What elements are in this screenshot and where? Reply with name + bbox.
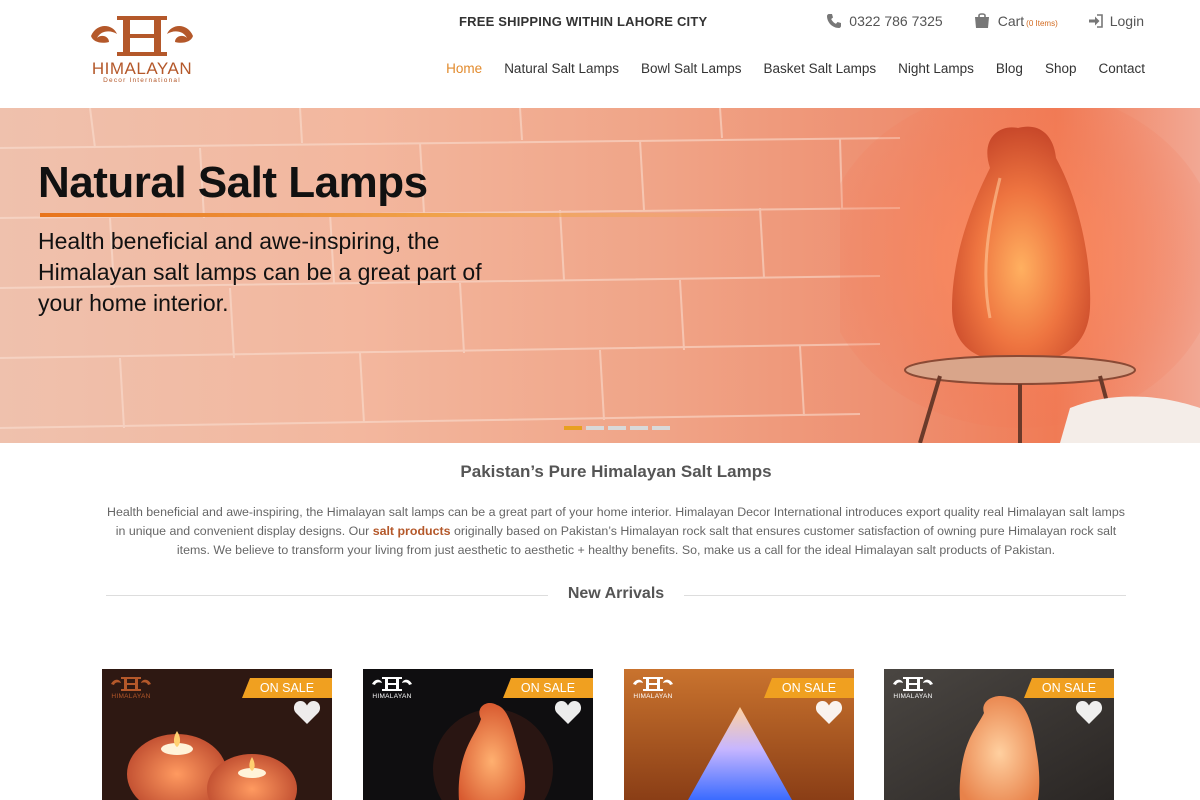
phone-link[interactable]: 0322 786 7325 — [826, 12, 943, 29]
brand-emblem-icon — [893, 677, 933, 691]
product-brand-logo: HIMALAYAN — [892, 675, 934, 700]
divider — [684, 595, 1126, 596]
salt-products-link[interactable]: salt products — [373, 524, 451, 538]
intro-text: Health beneficial and awe-inspiring, the… — [105, 503, 1127, 560]
slider-dot[interactable] — [564, 426, 582, 430]
nav-blog[interactable]: Blog — [996, 61, 1023, 76]
slider-dots — [564, 426, 670, 430]
logo-name: HIMALAYAN — [91, 59, 193, 78]
nav-basket-salt-lamps[interactable]: Basket Salt Lamps — [764, 61, 877, 76]
on-sale-badge: ON SALE — [503, 678, 593, 698]
brand-name: HIMALAYAN — [893, 693, 933, 700]
salt-lamp-image — [840, 108, 1200, 443]
nav-home[interactable]: Home — [446, 61, 482, 76]
nav-bowl-salt-lamps[interactable]: Bowl Salt Lamps — [641, 61, 742, 76]
free-shipping-notice: FREE SHIPPING WITHIN LAHORE CITY — [459, 14, 708, 29]
cart-link[interactable]: Cart (0 Items) — [973, 12, 1058, 29]
main-nav: Home Natural Salt Lamps Bowl Salt Lamps … — [446, 61, 1145, 76]
product-card[interactable]: HIMALAYAN ON SALE — [363, 669, 593, 800]
cart-count: (0 Items) — [1026, 18, 1058, 28]
brand-name: HIMALAYAN — [111, 693, 151, 700]
phone-number: 0322 786 7325 — [849, 12, 943, 29]
product-grid: HIMALAYAN ON SALE HIMALAYAN ON SALE HIMA… — [102, 669, 1122, 800]
badge-label: ON SALE — [520, 681, 576, 695]
brand-name: HIMALAYAN — [372, 693, 412, 700]
slider-dot[interactable] — [586, 426, 604, 430]
brand-name: HIMALAYAN — [633, 693, 673, 700]
login-icon — [1088, 13, 1103, 28]
slider-dot[interactable] — [630, 426, 648, 430]
logo-emblem-icon — [91, 16, 193, 56]
product-brand-logo: HIMALAYAN — [371, 675, 413, 700]
nav-natural-salt-lamps[interactable]: Natural Salt Lamps — [504, 61, 619, 76]
badge-label: ON SALE — [259, 681, 315, 695]
logo-tagline: Decor International — [103, 77, 181, 84]
heart-icon[interactable] — [554, 699, 582, 725]
login-label: Login — [1109, 12, 1144, 29]
on-sale-badge: ON SALE — [764, 678, 854, 698]
heart-icon[interactable] — [815, 699, 843, 725]
topbar: 0322 786 7325 Cart (0 Items) Login — [826, 12, 1144, 29]
hero-title: Natural Salt Lamps — [38, 158, 428, 207]
product-brand-logo: HIMALAYAN — [632, 675, 674, 700]
on-sale-badge: ON SALE — [1024, 678, 1114, 698]
new-arrivals-heading: New Arrivals — [106, 585, 1126, 605]
site-logo[interactable]: HIMALAYAN Decor International — [86, 12, 198, 96]
hero-slider[interactable]: Natural Salt Lamps Health beneficial and… — [0, 108, 1200, 443]
phone-icon — [827, 13, 842, 28]
badge-label: ON SALE — [1041, 681, 1097, 695]
nav-contact[interactable]: Contact — [1098, 61, 1145, 76]
product-brand-logo: HIMALAYAN — [110, 675, 152, 700]
slider-dot[interactable] — [608, 426, 626, 430]
login-link[interactable]: Login — [1088, 13, 1144, 29]
on-sale-badge: ON SALE — [242, 678, 332, 698]
slider-dot[interactable] — [652, 426, 670, 430]
product-card[interactable]: HIMALAYAN ON SALE — [102, 669, 332, 800]
heart-icon[interactable] — [1075, 699, 1103, 725]
brand-emblem-icon — [633, 677, 673, 691]
intro-title: Pakistan’s Pure Himalayan Salt Lamps — [460, 462, 772, 481]
brand-emblem-icon — [111, 677, 151, 691]
brand-emblem-icon — [372, 677, 412, 691]
hero-title-underline — [40, 213, 760, 217]
nav-night-lamps[interactable]: Night Lamps — [898, 61, 974, 76]
product-card[interactable]: HIMALAYAN ON SALE — [884, 669, 1114, 800]
product-card[interactable]: HIMALAYAN ON SALE — [624, 669, 854, 800]
hero-text: Health beneficial and awe-inspiring, the… — [38, 228, 482, 316]
heart-icon[interactable] — [293, 699, 321, 725]
site-header: HIMALAYAN Decor International FREE SHIPP… — [0, 0, 1200, 108]
new-arrivals-title: New Arrivals — [567, 585, 665, 602]
cart-icon — [974, 13, 989, 28]
nav-shop[interactable]: Shop — [1045, 61, 1077, 76]
cart-label: Cart — [997, 12, 1025, 29]
badge-label: ON SALE — [781, 681, 837, 695]
